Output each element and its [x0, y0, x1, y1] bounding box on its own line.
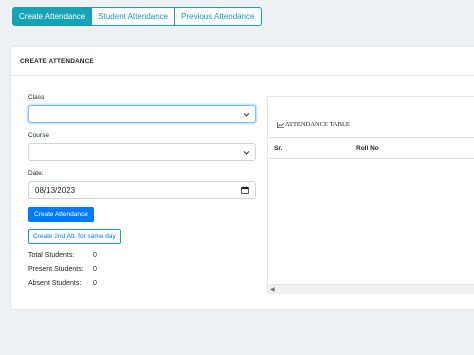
chevron-down-icon [243, 113, 250, 117]
attendance-table-panel: ATTENDANCE TABLE Sr. Roll No ◀ [267, 96, 474, 294]
stat-label: Absent Students: [28, 280, 82, 287]
course-select[interactable] [28, 143, 256, 161]
tab-student-attendance[interactable]: Student Attendance [91, 7, 176, 26]
absent-students-stat: Absent Students: 0 [28, 280, 97, 287]
table-horizontal-scrollbar[interactable]: ◀ [268, 284, 474, 294]
create-attendance-card: CREATE ATTENDANCE Class Course Date: 08/… [10, 46, 474, 310]
class-label: Class [28, 94, 45, 101]
card-title: CREATE ATTENDANCE [11, 47, 474, 76]
course-label: Course [28, 132, 49, 139]
date-label: Date: [28, 170, 44, 177]
stat-value: 0 [93, 252, 97, 259]
present-students-stat: Present Students: 0 [28, 266, 97, 273]
table-icon [277, 121, 284, 128]
table-title-text: ATTENDANCE TABLE [285, 121, 350, 128]
class-select[interactable] [28, 105, 256, 123]
chevron-down-icon [243, 151, 250, 155]
create-second-attendance-button[interactable]: Create 2nd Att. for same day [28, 229, 121, 244]
stat-label: Present Students: [28, 266, 84, 273]
date-input-value: 08/13/2023 [35, 185, 76, 195]
stat-value: 0 [93, 280, 97, 287]
tab-create-attendance[interactable]: Create Attendance [12, 7, 93, 26]
stat-label: Total Students: [28, 252, 75, 259]
attendance-tabs: Create Attendance Student Attendance Pre… [12, 7, 262, 26]
calendar-icon[interactable] [241, 186, 249, 194]
create-attendance-button[interactable]: Create Attendance [28, 207, 94, 222]
tab-previous-attendance[interactable]: Previous Attendance [174, 7, 262, 26]
date-input[interactable]: 08/13/2023 [28, 181, 256, 199]
scroll-left-icon[interactable]: ◀ [270, 286, 275, 293]
attendance-table-header: Sr. Roll No [268, 137, 474, 159]
column-header-roll-no: Roll No [356, 145, 379, 152]
total-students-stat: Total Students: 0 [28, 252, 97, 259]
stat-value: 0 [93, 266, 97, 273]
table-title: ATTENDANCE TABLE [277, 121, 350, 128]
column-header-sr: Sr. [274, 145, 283, 152]
